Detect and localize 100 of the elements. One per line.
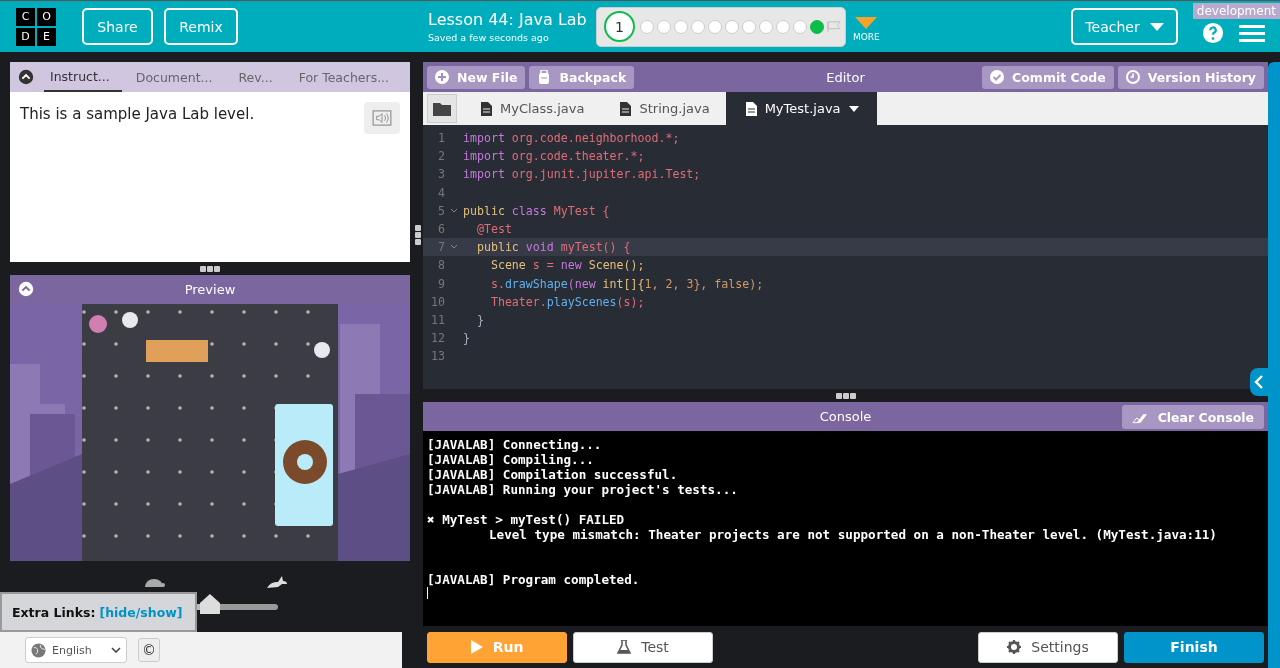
clock-icon xyxy=(1125,70,1140,84)
instructions-tab[interactable]: Document... xyxy=(121,62,225,92)
copyright-button[interactable]: © xyxy=(138,638,160,662)
collapse-icon[interactable] xyxy=(18,69,34,85)
version-history-button[interactable]: Version History xyxy=(1117,65,1264,89)
finish-button[interactable]: Finish xyxy=(1124,631,1264,663)
preview-title: Preview xyxy=(184,282,236,297)
remix-button[interactable]: Remix xyxy=(164,8,238,45)
level-dot[interactable] xyxy=(708,19,722,34)
level-dot[interactable] xyxy=(759,19,773,34)
console-line: [JAVALAB] Compiling... xyxy=(427,452,594,467)
gear-icon xyxy=(1007,640,1022,654)
console-line: ✖ MyTest > myTest() FAILED xyxy=(427,512,625,527)
run-button[interactable]: Run xyxy=(427,631,567,663)
line-number: 10 xyxy=(430,294,445,309)
code-line: @Test xyxy=(475,222,512,237)
level-dot[interactable] xyxy=(691,19,705,34)
line-number: 3 xyxy=(437,167,445,182)
line-number: 11 xyxy=(430,312,445,327)
code-line: import org.junit.jupiter.api.Test; xyxy=(463,167,701,182)
instructions-tab[interactable]: Rev... xyxy=(224,62,285,92)
scrollbar[interactable] xyxy=(1268,62,1280,668)
level-dot[interactable] xyxy=(674,19,688,34)
line-number: 1 xyxy=(437,131,445,146)
more-button[interactable]: MORE xyxy=(853,17,880,42)
file-icon xyxy=(481,101,492,116)
backpack-button[interactable]: Backpack xyxy=(529,65,635,89)
menu-icon[interactable] xyxy=(1239,22,1265,43)
resize-handle-icon[interactable] xyxy=(835,392,856,399)
flag-icon xyxy=(827,20,841,33)
user-menu-button[interactable]: Teacher xyxy=(1071,8,1178,45)
globe-icon xyxy=(31,642,46,658)
file-icon xyxy=(620,101,632,116)
play-icon xyxy=(470,640,483,654)
level-dot[interactable] xyxy=(793,19,807,34)
console-title: Console xyxy=(819,409,872,424)
level-dot[interactable] xyxy=(810,19,824,34)
console-line: [JAVALAB] Running your project's tests... xyxy=(427,482,738,497)
save-status: Saved a few seconds ago xyxy=(428,32,550,43)
help-icon[interactable] xyxy=(1202,21,1224,44)
instructions-tab[interactable]: Instruct... xyxy=(44,62,122,92)
text-cursor xyxy=(427,587,428,599)
fold-icon[interactable] xyxy=(450,207,458,214)
extra-links-label: Extra Links: xyxy=(12,604,96,620)
new-file-button[interactable]: New File xyxy=(427,65,526,89)
level-dot[interactable] xyxy=(776,19,790,34)
chevron-down-icon xyxy=(111,647,121,653)
resize-handle-icon[interactable] xyxy=(414,225,421,245)
line-number: 6 xyxy=(437,222,445,237)
check-circle-icon xyxy=(990,70,1005,84)
instructions-text: This is a sample Java Lab level. xyxy=(20,105,255,125)
line-number: 12 xyxy=(430,331,445,346)
level-dot[interactable] xyxy=(640,19,654,34)
commit-code-button[interactable]: Commit Code xyxy=(982,65,1114,89)
code-line: } xyxy=(463,331,470,346)
instructions-tab[interactable]: For Teachers... xyxy=(284,62,402,92)
line-number: 4 xyxy=(437,185,445,200)
line-number: 7 xyxy=(437,240,445,255)
line-number: 9 xyxy=(437,276,445,291)
text-to-speech-button[interactable] xyxy=(364,102,400,134)
console-line: [JAVALAB] Program completed. xyxy=(427,572,640,587)
code-logo[interactable]: C O D E xyxy=(16,7,56,46)
resize-handle-icon[interactable] xyxy=(200,265,220,272)
backpack-icon xyxy=(537,70,552,84)
language-select[interactable]: English xyxy=(25,637,127,663)
environment-badge: development xyxy=(1192,3,1280,19)
caret-icon xyxy=(848,105,859,112)
folder-button[interactable] xyxy=(427,94,457,123)
code-line: Scene s = new Scene(); xyxy=(489,258,645,273)
file-tab[interactable]: MyClass.java xyxy=(461,92,601,125)
flask-icon xyxy=(617,640,632,654)
code-line: Theater.playScenes(s); xyxy=(489,294,645,309)
test-button[interactable]: Test xyxy=(573,631,713,663)
code-line: import org.code.theater.*; xyxy=(463,149,645,164)
level-dot[interactable] xyxy=(657,19,671,34)
hide-show-link[interactable]: [hide/show] xyxy=(99,604,183,620)
caret-icon xyxy=(1149,22,1164,31)
level-bubble[interactable]: 1 xyxy=(604,11,635,42)
clear-console-button[interactable]: Clear Console xyxy=(1121,405,1264,429)
lesson-title: Lesson 44: Java Lab xyxy=(428,10,588,29)
file-icon xyxy=(745,101,757,116)
speaker-icon xyxy=(372,110,392,126)
level-dot[interactable] xyxy=(725,19,739,34)
file-tab[interactable]: MyTest.java xyxy=(725,92,877,125)
expand-panel-button[interactable] xyxy=(1250,368,1268,396)
editor-title: Editor xyxy=(826,69,865,85)
console-line: [JAVALAB] Connecting... xyxy=(427,437,602,452)
line-number: 13 xyxy=(430,349,445,364)
code-line: s.drawShape(new int[]{1, 2, 3}, false); xyxy=(489,276,764,291)
fold-icon[interactable] xyxy=(450,244,458,251)
settings-button[interactable]: Settings xyxy=(978,631,1118,663)
level-dot[interactable] xyxy=(742,19,756,34)
speed-slider[interactable] xyxy=(197,594,278,614)
share-button[interactable]: Share xyxy=(82,8,153,45)
file-tab[interactable]: String.java xyxy=(600,92,726,125)
code-line: } xyxy=(475,312,484,327)
line-number: 5 xyxy=(437,203,445,218)
error-message: Level type mismatch: Theater projects are not supported on a non-Theater level. (MyTest.java:11) xyxy=(489,527,1217,542)
slider-thumb[interactable] xyxy=(199,594,220,614)
plus-icon xyxy=(435,70,449,84)
